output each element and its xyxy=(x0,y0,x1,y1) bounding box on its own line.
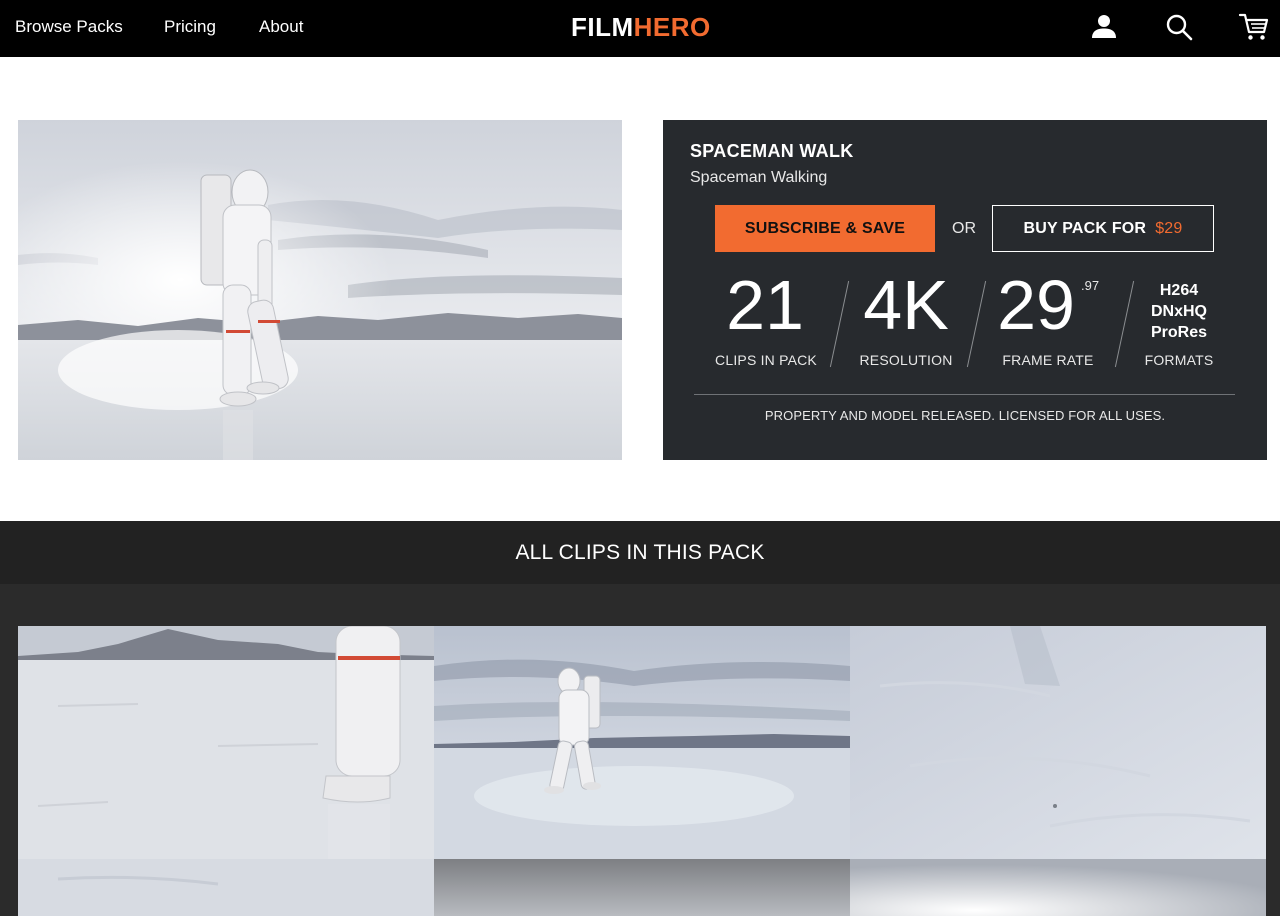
buy-pack-price: $29 xyxy=(1155,219,1183,237)
filmhero-logo[interactable]: FILMHERO xyxy=(571,12,711,43)
frame-rate-label: FRAME RATE xyxy=(1002,352,1094,368)
format-h264: H264 xyxy=(1159,282,1199,299)
resolution-value: 4K xyxy=(863,266,949,344)
panel-divider xyxy=(694,394,1235,395)
logo-hero: HERO xyxy=(633,12,711,42)
pack-info-panel: SPACEMAN WALK Spaceman Walking SUBSCRIBE… xyxy=(663,120,1267,460)
clips-grid xyxy=(0,584,1280,916)
clips-section-header: ALL CLIPS IN THIS PACK xyxy=(0,521,1280,584)
clips-label: CLIPS IN PACK xyxy=(715,352,817,368)
clip-thumbnail[interactable] xyxy=(850,626,1266,859)
subscribe-save-button[interactable]: SUBSCRIBE & SAVE xyxy=(715,205,935,252)
clip-thumbnail[interactable] xyxy=(18,626,434,859)
clip-thumbnail[interactable] xyxy=(18,859,434,916)
top-nav: Browse Packs Pricing About FILMHERO xyxy=(0,0,1280,57)
or-label: OR xyxy=(952,220,976,237)
nav-about[interactable]: About xyxy=(259,17,303,37)
buy-pack-button[interactable]: BUY PACK FOR $29 xyxy=(992,205,1214,252)
stat-divider xyxy=(966,280,987,368)
frame-rate-decimal: .97 xyxy=(1081,278,1100,293)
buy-pack-label: BUY PACK FOR xyxy=(1023,219,1147,237)
format-dnxhq: DNxHQ xyxy=(1150,303,1207,320)
nav-browse-packs[interactable]: Browse Packs xyxy=(15,17,123,37)
logo-film: FILM xyxy=(571,12,634,42)
formats-list: H264 DNxHQ ProRes xyxy=(1138,280,1220,343)
clip-thumbnail[interactable] xyxy=(434,626,850,859)
frame-rate-value: 29 xyxy=(997,266,1075,344)
nav-pricing[interactable]: Pricing xyxy=(164,17,216,37)
clip-thumbnail[interactable] xyxy=(434,859,850,916)
resolution-label: RESOLUTION xyxy=(859,352,953,368)
cart-icon[interactable] xyxy=(1238,12,1269,42)
pack-preview-image[interactable] xyxy=(18,120,622,460)
license-note: PROPERTY AND MODEL RELEASED. LICENSED FO… xyxy=(764,408,1166,423)
formats-label: FORMATS xyxy=(1144,352,1214,368)
pack-title: SPACEMAN WALK xyxy=(690,141,854,161)
clips-count: 21 xyxy=(726,266,804,344)
clip-thumbnail[interactable] xyxy=(850,859,1266,916)
clips-heading: ALL CLIPS IN THIS PACK xyxy=(515,540,765,564)
search-icon[interactable] xyxy=(1164,12,1194,42)
pack-subtitle: Spaceman Walking xyxy=(690,169,828,186)
user-icon[interactable] xyxy=(1089,12,1119,42)
format-prores: ProRes xyxy=(1150,324,1208,341)
